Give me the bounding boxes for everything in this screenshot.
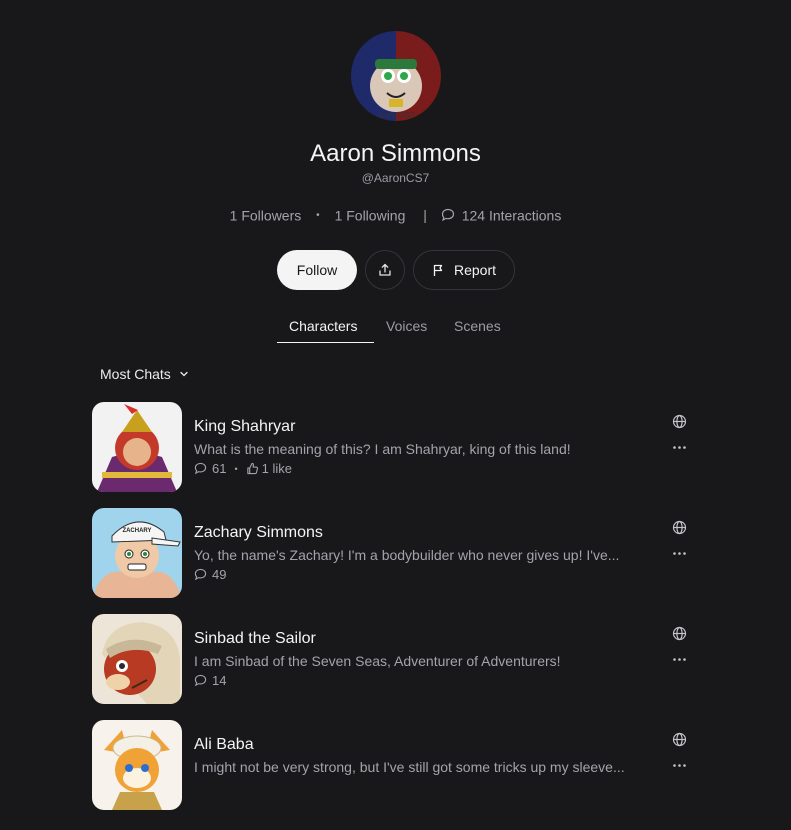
more-options-icon[interactable] xyxy=(672,440,687,455)
profile-name: Aaron Simmons xyxy=(310,140,481,167)
globe-icon xyxy=(672,732,687,747)
share-icon xyxy=(379,263,391,276)
character-card[interactable]: ZACHARY Zachary Simmons Yo, the name's Z… xyxy=(92,508,692,598)
profile-handle: @AaronCS7 xyxy=(361,171,430,185)
chat-count: 14 xyxy=(212,673,227,688)
character-card[interactable]: Ali Baba I might not be very strong, but… xyxy=(92,720,692,810)
more-options-icon[interactable] xyxy=(672,546,687,561)
svg-text:ZACHARY: ZACHARY xyxy=(122,528,151,534)
meta-dot: • xyxy=(234,463,238,474)
chat-count: 61 xyxy=(212,461,227,476)
character-thumbnail: ZACHARY xyxy=(92,508,182,598)
character-name: Sinbad the Sailor xyxy=(194,630,316,647)
tab-scenes[interactable]: Scenes xyxy=(454,318,501,334)
character-meta: 14 xyxy=(194,673,226,688)
character-description: I am Sinbad of the Seven Seas, Adventure… xyxy=(194,653,561,669)
character-name: King Shahryar xyxy=(194,418,296,435)
globe-icon xyxy=(672,520,687,535)
character-card[interactable]: Sinbad the Sailor I am Sinbad of the Sev… xyxy=(92,614,692,704)
character-description: I might not be very strong, but I've sti… xyxy=(194,759,625,775)
stats-separator: | xyxy=(423,207,427,224)
sort-dropdown[interactable]: Most Chats xyxy=(100,366,189,382)
tab-voices[interactable]: Voices xyxy=(386,318,427,334)
sort-label: Most Chats xyxy=(100,366,171,382)
globe-icon xyxy=(672,414,687,429)
report-label: Report xyxy=(453,262,497,278)
tab-characters[interactable]: Characters xyxy=(289,318,357,334)
profile-avatar: AaronCS7 xyxy=(351,31,441,121)
flag-icon xyxy=(433,264,443,276)
more-options-icon[interactable] xyxy=(672,758,687,773)
following-count[interactable]: 1 Following xyxy=(335,207,406,223)
chevron-down-icon xyxy=(180,371,188,377)
chat-count: 49 xyxy=(212,567,227,582)
followers-count[interactable]: 1 Followers xyxy=(230,207,302,223)
avatar-caption: AaronCS7 xyxy=(378,111,415,120)
profile-stats: 1 Followers • 1 Following | 124 Interact… xyxy=(0,206,791,223)
stats-dot: • xyxy=(316,209,320,221)
share-button[interactable] xyxy=(365,250,405,290)
character-meta: 61 • 1 like xyxy=(194,461,292,476)
active-tab-underline xyxy=(277,342,374,343)
interactions-count: 124 Interactions xyxy=(461,207,562,224)
follow-button[interactable]: Follow xyxy=(277,250,357,290)
like-count: 1 like xyxy=(261,461,292,476)
report-button[interactable]: Report xyxy=(413,250,515,290)
character-thumbnail xyxy=(92,614,182,704)
chat-bubble-icon xyxy=(441,207,462,223)
character-name: Zachary Simmons xyxy=(194,524,323,541)
thumbs-up-icon xyxy=(246,462,258,475)
character-card[interactable]: King Shahryar What is the meaning of thi… xyxy=(92,402,692,492)
character-description: What is the meaning of this? I am Shahry… xyxy=(194,441,571,457)
character-thumbnail xyxy=(92,402,182,492)
more-options-icon[interactable] xyxy=(672,652,687,667)
character-description: Yo, the name's Zachary! I'm a bodybuilde… xyxy=(194,547,620,563)
chat-bubble-icon xyxy=(194,568,207,581)
character-thumbnail xyxy=(92,720,182,810)
chat-bubble-icon xyxy=(194,674,207,687)
chat-bubble-icon xyxy=(194,462,207,475)
globe-icon xyxy=(672,626,687,641)
character-meta: 49 xyxy=(194,567,226,582)
character-name: Ali Baba xyxy=(194,736,254,753)
